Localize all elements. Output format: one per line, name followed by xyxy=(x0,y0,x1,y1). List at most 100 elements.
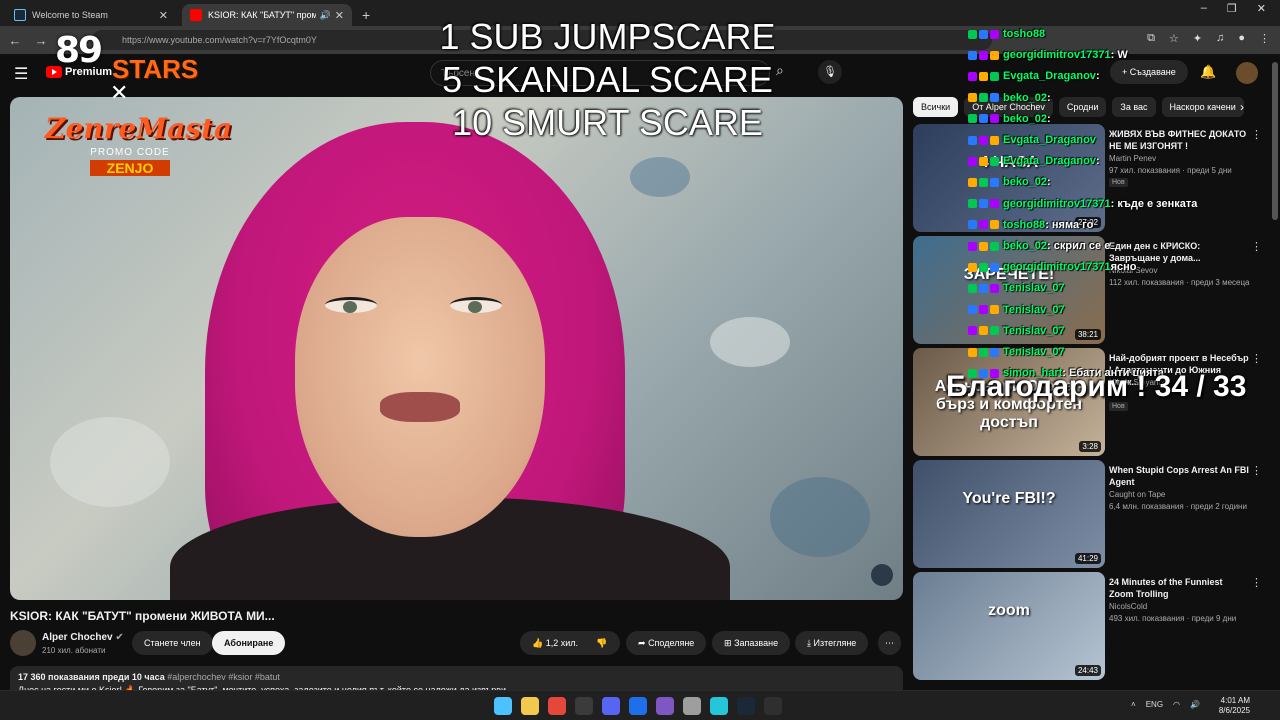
chat-badge-icon xyxy=(979,71,988,81)
promo-brand: ZenreMasta xyxy=(45,112,233,145)
join-button[interactable]: Станете член xyxy=(132,631,213,655)
obs-icon[interactable] xyxy=(575,697,593,715)
chip-all[interactable]: Всички xyxy=(913,97,959,117)
apps-icon[interactable] xyxy=(656,697,674,715)
page-scrollbar[interactable] xyxy=(1272,62,1278,220)
tab-steam[interactable]: Welcome to Steam ✕ xyxy=(6,4,176,26)
chat-badge-icon xyxy=(968,156,977,166)
card-title[interactable]: When Stupid Cops Arrest An FBI Agent xyxy=(1109,464,1249,488)
chat-message: Evgata_Draganov : xyxy=(968,155,1280,167)
chat-badge-icon xyxy=(979,220,988,230)
terminal-icon[interactable] xyxy=(710,697,728,715)
chat-badge-icon xyxy=(990,347,999,357)
card-channel[interactable]: NicolsCold xyxy=(1109,602,1147,611)
lips xyxy=(380,392,460,422)
clock-time: 4:01 AM xyxy=(1220,696,1250,705)
chat-badge-icon xyxy=(990,50,999,60)
back-icon[interactable]: ← xyxy=(4,33,26,48)
tab-title: KSIOR: КАК "БАТУТ" проме xyxy=(208,10,316,20)
thumbnail-text: zoom xyxy=(988,602,1030,619)
card-channel[interactable]: Caught on Tape xyxy=(1109,490,1165,499)
close-window-icon[interactable]: ✕ xyxy=(1257,2,1266,15)
card-title[interactable]: 24 Minutes of the Funniest Zoom Trolling xyxy=(1109,576,1249,600)
chat-username: Evgata_Draganov xyxy=(1003,155,1096,168)
chat-badge-icon xyxy=(968,50,977,60)
chat-badge-icon xyxy=(968,326,977,336)
like-count: 1,2 хил. xyxy=(545,638,579,648)
channel-watermark-icon[interactable] xyxy=(871,564,893,586)
file-explorer-icon[interactable] xyxy=(521,697,539,715)
volume-icon[interactable]: 🔊 xyxy=(1190,700,1200,709)
overlay-goal-line: 1 SUB JUMPSCARE xyxy=(439,16,776,57)
channel-avatar[interactable] xyxy=(10,630,36,656)
speaker-icon[interactable]: 🔊 xyxy=(320,10,331,21)
wifi-icon[interactable]: ◠ xyxy=(1173,700,1180,709)
chat-message: beko_02 : xyxy=(968,113,1280,125)
chat-badge-icon xyxy=(968,262,977,272)
close-tab-icon[interactable]: ✕ xyxy=(335,9,344,22)
paint-splatter xyxy=(710,317,790,367)
chat-badge-icon xyxy=(990,135,999,145)
clock[interactable]: 4:01 AM 8/6/2025 xyxy=(1219,696,1250,716)
share-button[interactable]: ➦ Споделяне xyxy=(626,631,707,655)
maximize-icon[interactable]: ❐ xyxy=(1227,2,1237,15)
forward-icon[interactable]: → xyxy=(30,33,52,48)
video-thumbnail[interactable]: You're FBI!? 41:29 xyxy=(913,460,1105,568)
download-button[interactable]: ⤓ Изтегляне xyxy=(795,631,869,655)
chat-badge-icon xyxy=(979,50,988,60)
chat-username: tosho88 xyxy=(1003,28,1046,40)
system-tray: ˄ ENG ◠ 🔊 xyxy=(1131,700,1200,709)
chat-badge-icon xyxy=(968,29,977,39)
chrome-icon[interactable] xyxy=(548,697,566,715)
hashtags[interactable]: #alperchochev #ksior #batut xyxy=(167,672,280,682)
chat-badge-icon xyxy=(979,241,988,251)
tray-chevron-icon[interactable]: ˄ xyxy=(1131,700,1136,709)
chat-text: : няма го xyxy=(1045,218,1094,231)
video-player[interactable]: ZenreMasta PROMO CODE ZENJO xyxy=(10,97,903,600)
paint-splatter xyxy=(770,477,870,557)
save-icon: ⊞ xyxy=(724,638,732,648)
dislike-icon[interactable]: 👎 xyxy=(596,638,607,648)
recommendation-card[interactable]: You're FBI!? 41:29 When Stupid Cops Arrest… xyxy=(913,460,1268,568)
thumbs-up-icon: 👍 xyxy=(532,638,544,648)
chat-badge-icon xyxy=(990,156,999,166)
steam-settings-icon[interactable] xyxy=(683,697,701,715)
promo-logo: ZenreMasta PROMO CODE ZENJO xyxy=(45,112,233,212)
tab-youtube[interactable]: KSIOR: КАК "БАТУТ" проме 🔊 ✕ xyxy=(182,4,352,26)
card-menu-icon[interactable]: ⋮ xyxy=(1251,464,1262,477)
steam-icon[interactable] xyxy=(737,697,755,715)
overlay-goal-line: 10 SMURT SCARE xyxy=(452,102,763,143)
channel-name[interactable]: Alper Chochev ✔ xyxy=(42,632,124,643)
chat-badge-icon xyxy=(979,199,988,209)
edge-icon[interactable] xyxy=(629,697,647,715)
discord-icon[interactable] xyxy=(602,697,620,715)
chat-text: : xyxy=(1095,155,1100,168)
windows-start-icon[interactable] xyxy=(494,697,512,715)
chat-text: : xyxy=(1095,70,1100,83)
card-menu-icon[interactable]: ⋮ xyxy=(1251,576,1262,589)
new-tab-icon[interactable]: + xyxy=(362,7,370,23)
microphone-icon[interactable]: 🎙 xyxy=(818,60,842,84)
hamburger-menu-icon[interactable]: ☰ xyxy=(14,64,28,84)
right-eye xyxy=(450,297,502,313)
close-tab-icon[interactable]: ✕ xyxy=(159,9,168,22)
url-text: https://www.youtube.com/watch?v=r7YfOcqt… xyxy=(122,35,317,45)
chat-text: : xyxy=(1047,112,1051,125)
chat-message: Tenislav_07 xyxy=(968,325,1280,337)
chat-message: georgidimitrov17371 ясно xyxy=(968,261,1280,273)
video-thumbnail[interactable]: zoom 24:43 xyxy=(913,572,1105,680)
save-button[interactable]: ⊞ Запазване xyxy=(712,631,791,655)
chat-badge-icon xyxy=(990,262,999,272)
chat-badge-icon xyxy=(990,177,999,187)
chat-username: Tenislav_07 xyxy=(1003,346,1065,358)
more-actions-icon[interactable]: ⋯ xyxy=(878,631,901,655)
chat-username: beko_02 xyxy=(1003,176,1048,189)
like-button[interactable]: 👍 1,2 хил. 👎 xyxy=(520,631,620,655)
epic-icon[interactable] xyxy=(764,697,782,715)
subscribe-button[interactable]: Абониране xyxy=(212,631,286,655)
language-indicator[interactable]: ENG xyxy=(1146,700,1163,709)
chat-message: beko_02 : xyxy=(968,176,1280,188)
chat-badge-icon xyxy=(979,305,988,315)
minimize-icon[interactable]: – xyxy=(1201,2,1207,15)
recommendation-card[interactable]: zoom 24:43 24 Minutes of the Funniest Zoom… xyxy=(913,572,1268,680)
